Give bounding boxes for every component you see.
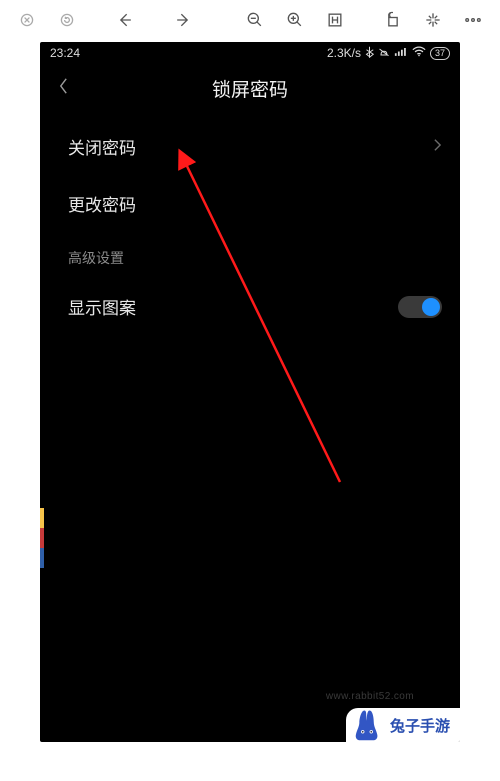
toggle-knob bbox=[422, 298, 440, 316]
settings-header: 锁屏密码 bbox=[40, 64, 460, 112]
rotate-icon[interactable] bbox=[376, 3, 410, 37]
zoom-in-icon[interactable] bbox=[278, 3, 312, 37]
zoom-out-icon[interactable] bbox=[238, 3, 272, 37]
setting-item-label: 显示图案 bbox=[68, 294, 136, 319]
fit-width-icon[interactable] bbox=[318, 3, 352, 37]
wifi-icon bbox=[412, 46, 426, 60]
signal-icon bbox=[394, 46, 408, 60]
chevron-right-icon bbox=[433, 136, 442, 157]
bunny-logo-icon bbox=[350, 708, 384, 742]
back-chevron-icon[interactable] bbox=[50, 67, 77, 109]
battery-indicator: 37 bbox=[430, 47, 450, 60]
setting-item-show-pattern[interactable]: 显示图案 bbox=[40, 278, 460, 335]
status-time: 23:24 bbox=[50, 46, 80, 60]
setting-item-label: 更改密码 bbox=[68, 191, 136, 216]
dnd-icon bbox=[378, 46, 390, 61]
phone-screen: 23:24 2.3K/s 37 锁屏密码 bbox=[40, 42, 460, 742]
brand-text: 兔子手游 bbox=[390, 715, 450, 736]
setting-item-label: 关闭密码 bbox=[68, 134, 136, 159]
settings-list: 关闭密码 更改密码 高级设置 显示图案 bbox=[40, 112, 460, 335]
setting-item-change-password[interactable]: 更改密码 bbox=[40, 175, 460, 232]
status-net-speed: 2.3K/s bbox=[327, 46, 361, 60]
viewer-toolbar bbox=[0, 0, 500, 40]
edge-marker bbox=[40, 548, 44, 568]
brand-badge[interactable]: 兔子手游 bbox=[346, 708, 460, 742]
setting-item-disable-password[interactable]: 关闭密码 bbox=[40, 118, 460, 175]
section-label-advanced: 高级设置 bbox=[40, 232, 460, 278]
sparkle-icon[interactable] bbox=[416, 3, 450, 37]
bluetooth-icon bbox=[365, 46, 374, 61]
edge-marker bbox=[40, 508, 44, 528]
status-bar: 23:24 2.3K/s 37 bbox=[40, 42, 460, 64]
more-icon[interactable] bbox=[456, 3, 490, 37]
forward-arrow-icon[interactable] bbox=[166, 3, 200, 37]
refresh-circle-icon[interactable] bbox=[50, 3, 84, 37]
watermark-text: www.rabbit52.com bbox=[326, 691, 414, 702]
page-title: 锁屏密码 bbox=[212, 75, 288, 102]
toggle-switch[interactable] bbox=[398, 296, 442, 318]
back-arrow-icon[interactable] bbox=[108, 3, 142, 37]
edge-marker bbox=[40, 528, 44, 548]
close-circle-icon[interactable] bbox=[10, 3, 44, 37]
